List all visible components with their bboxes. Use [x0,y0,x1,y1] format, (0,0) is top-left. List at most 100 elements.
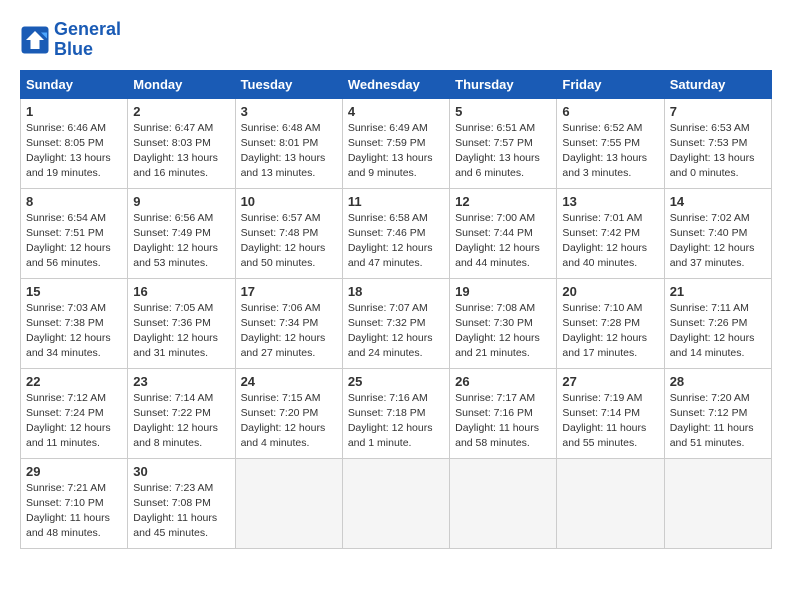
day-info: Sunrise: 7:02 AM Sunset: 7:40 PM Dayligh… [670,211,766,272]
day-info: Sunrise: 6:47 AM Sunset: 8:03 PM Dayligh… [133,121,229,182]
day-number: 5 [455,104,551,119]
calendar-day-cell: 18Sunrise: 7:07 AM Sunset: 7:32 PM Dayli… [342,278,449,368]
day-info: Sunrise: 7:21 AM Sunset: 7:10 PM Dayligh… [26,481,122,542]
day-info: Sunrise: 7:11 AM Sunset: 7:26 PM Dayligh… [670,301,766,362]
calendar-day-cell [450,458,557,548]
day-info: Sunrise: 7:08 AM Sunset: 7:30 PM Dayligh… [455,301,551,362]
day-info: Sunrise: 7:23 AM Sunset: 7:08 PM Dayligh… [133,481,229,542]
calendar-week-row: 1 Sunrise: 6:46 AM Sunset: 8:05 PM Daylig… [21,98,772,188]
day-number: 27 [562,374,658,389]
day-number: 29 [26,464,122,479]
day-number: 3 [241,104,337,119]
day-number: 4 [348,104,444,119]
calendar-day-cell: 20 Sunrise: 7:10 AM Sunset: 7:28 PM Dayli… [557,278,664,368]
day-info: Sunrise: 6:56 AM Sunset: 7:49 PM Dayligh… [133,211,229,272]
calendar-day-cell: 29 Sunrise: 7:21 AM Sunset: 7:10 PM Dayli… [21,458,128,548]
day-number: 10 [241,194,337,209]
day-info: Sunrise: 6:48 AM Sunset: 8:01 PM Dayligh… [241,121,337,182]
column-header-monday: Monday [128,70,235,98]
day-number: 2 [133,104,229,119]
day-info: Sunrise: 7:05 AM Sunset: 7:36 PM Dayligh… [133,301,229,362]
day-number: 13 [562,194,658,209]
day-info: Sunrise: 7:10 AM Sunset: 7:28 PM Dayligh… [562,301,658,362]
day-number: 19 [455,284,551,299]
calendar-day-cell: 24 Sunrise: 7:15 AM Sunset: 7:20 PM Dayli… [235,368,342,458]
day-number: 25 [348,374,444,389]
calendar-day-cell: 9 Sunrise: 6:56 AM Sunset: 7:49 PM Daylig… [128,188,235,278]
calendar-day-cell: 5Sunrise: 6:51 AM Sunset: 7:57 PM Daylig… [450,98,557,188]
day-info: Sunrise: 7:17 AM Sunset: 7:16 PM Dayligh… [455,391,551,452]
calendar-day-cell: 27 Sunrise: 7:19 AM Sunset: 7:14 PM Dayli… [557,368,664,458]
day-info: Sunrise: 7:14 AM Sunset: 7:22 PM Dayligh… [133,391,229,452]
calendar-day-cell: 10 Sunrise: 6:57 AM Sunset: 7:48 PM Dayli… [235,188,342,278]
day-info: Sunrise: 7:16 AM Sunset: 7:18 PM Dayligh… [348,391,444,452]
day-number: 11 [348,194,444,209]
day-info: Sunrise: 7:01 AM Sunset: 7:42 PM Dayligh… [562,211,658,272]
calendar-day-cell: 25 Sunrise: 7:16 AM Sunset: 7:18 PM Dayli… [342,368,449,458]
column-header-friday: Friday [557,70,664,98]
calendar-day-cell: 30 Sunrise: 7:23 AM Sunset: 7:08 PM Dayli… [128,458,235,548]
day-number: 22 [26,374,122,389]
calendar-day-cell: 11 Sunrise: 6:58 AM Sunset: 7:46 PM Dayli… [342,188,449,278]
day-number: 9 [133,194,229,209]
calendar-day-cell [557,458,664,548]
calendar-day-cell: 17Sunrise: 7:06 AM Sunset: 7:34 PM Dayli… [235,278,342,368]
day-info: Sunrise: 6:58 AM Sunset: 7:46 PM Dayligh… [348,211,444,272]
column-header-thursday: Thursday [450,70,557,98]
calendar-day-cell [235,458,342,548]
calendar-week-row: 8Sunrise: 6:54 AM Sunset: 7:51 PM Daylig… [21,188,772,278]
day-number: 16 [133,284,229,299]
day-number: 21 [670,284,766,299]
day-info: Sunrise: 7:12 AM Sunset: 7:24 PM Dayligh… [26,391,122,452]
calendar-day-cell: 23 Sunrise: 7:14 AM Sunset: 7:22 PM Dayli… [128,368,235,458]
day-number: 17 [241,284,337,299]
calendar-day-cell [342,458,449,548]
calendar-day-cell: 14 Sunrise: 7:02 AM Sunset: 7:40 PM Dayli… [664,188,771,278]
day-number: 23 [133,374,229,389]
day-number: 30 [133,464,229,479]
day-number: 26 [455,374,551,389]
day-info: Sunrise: 7:15 AM Sunset: 7:20 PM Dayligh… [241,391,337,452]
calendar-table: SundayMondayTuesdayWednesdayThursdayFrid… [20,70,772,549]
day-info: Sunrise: 7:03 AM Sunset: 7:38 PM Dayligh… [26,301,122,362]
calendar-day-cell: 6 Sunrise: 6:52 AM Sunset: 7:55 PM Daylig… [557,98,664,188]
column-header-saturday: Saturday [664,70,771,98]
calendar-day-cell: 19 Sunrise: 7:08 AM Sunset: 7:30 PM Dayli… [450,278,557,368]
calendar-day-cell: 7Sunrise: 6:53 AM Sunset: 7:53 PM Daylig… [664,98,771,188]
day-number: 1 [26,104,122,119]
calendar-day-cell: 26 Sunrise: 7:17 AM Sunset: 7:16 PM Dayli… [450,368,557,458]
day-number: 28 [670,374,766,389]
calendar-day-cell: 12Sunrise: 7:00 AM Sunset: 7:44 PM Dayli… [450,188,557,278]
calendar-day-cell: 15 Sunrise: 7:03 AM Sunset: 7:38 PM Dayli… [21,278,128,368]
calendar-week-row: 15 Sunrise: 7:03 AM Sunset: 7:38 PM Dayli… [21,278,772,368]
calendar-day-cell: 3 Sunrise: 6:48 AM Sunset: 8:01 PM Daylig… [235,98,342,188]
calendar-week-row: 29 Sunrise: 7:21 AM Sunset: 7:10 PM Dayli… [21,458,772,548]
day-number: 24 [241,374,337,389]
calendar-week-row: 22 Sunrise: 7:12 AM Sunset: 7:24 PM Dayli… [21,368,772,458]
day-info: Sunrise: 6:57 AM Sunset: 7:48 PM Dayligh… [241,211,337,272]
day-number: 15 [26,284,122,299]
logo-text: General Blue [54,20,121,60]
day-number: 8 [26,194,122,209]
calendar-day-cell: 28 Sunrise: 7:20 AM Sunset: 7:12 PM Dayli… [664,368,771,458]
calendar-day-cell: 16 Sunrise: 7:05 AM Sunset: 7:36 PM Dayli… [128,278,235,368]
day-info: Sunrise: 6:49 AM Sunset: 7:59 PM Dayligh… [348,121,444,182]
day-number: 14 [670,194,766,209]
column-header-sunday: Sunday [21,70,128,98]
calendar-day-cell: 8Sunrise: 6:54 AM Sunset: 7:51 PM Daylig… [21,188,128,278]
day-info: Sunrise: 6:52 AM Sunset: 7:55 PM Dayligh… [562,121,658,182]
day-info: Sunrise: 7:19 AM Sunset: 7:14 PM Dayligh… [562,391,658,452]
logo: General Blue [20,20,121,60]
calendar-day-cell: 4 Sunrise: 6:49 AM Sunset: 7:59 PM Daylig… [342,98,449,188]
column-header-wednesday: Wednesday [342,70,449,98]
day-number: 18 [348,284,444,299]
day-info: Sunrise: 6:46 AM Sunset: 8:05 PM Dayligh… [26,121,122,182]
day-number: 6 [562,104,658,119]
day-number: 12 [455,194,551,209]
calendar-day-cell: 1 Sunrise: 6:46 AM Sunset: 8:05 PM Daylig… [21,98,128,188]
page-header: General Blue [20,20,772,60]
logo-icon [20,25,50,55]
calendar-day-cell: 2 Sunrise: 6:47 AM Sunset: 8:03 PM Daylig… [128,98,235,188]
day-number: 20 [562,284,658,299]
day-info: Sunrise: 7:20 AM Sunset: 7:12 PM Dayligh… [670,391,766,452]
